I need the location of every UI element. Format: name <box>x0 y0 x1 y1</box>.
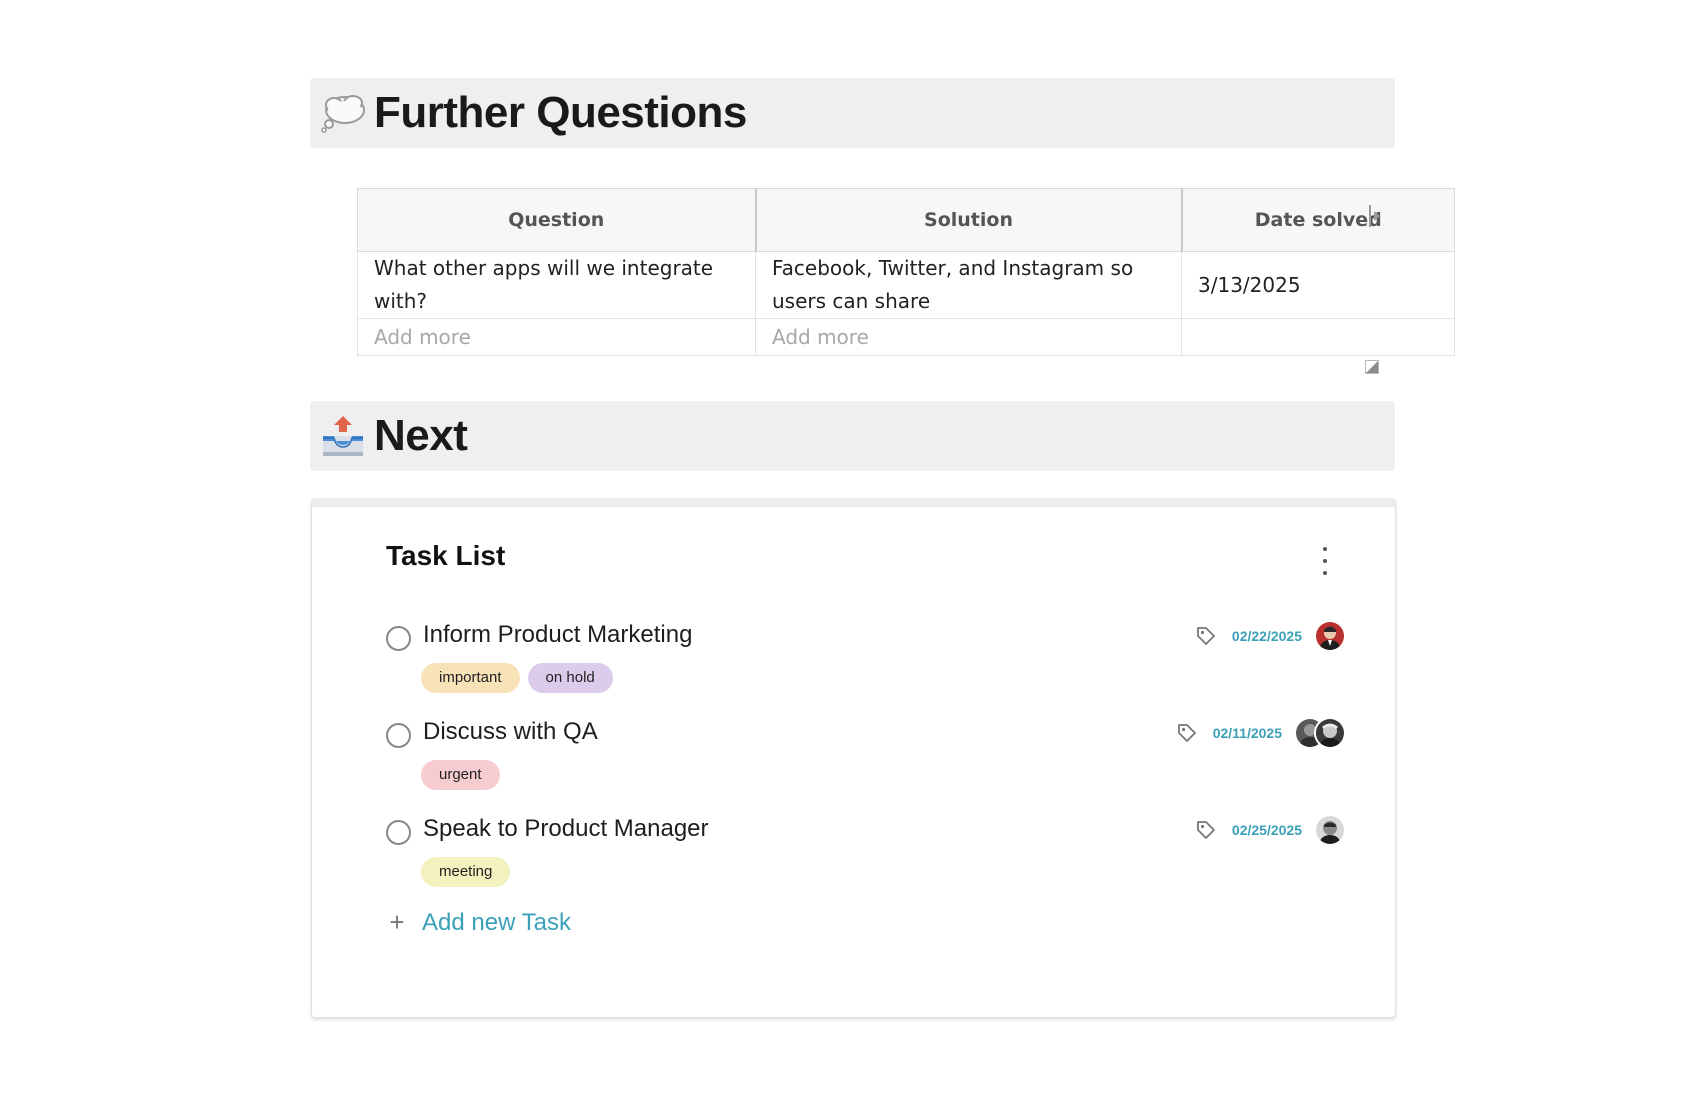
task-meta: 02/11/2025 <box>1175 715 1346 751</box>
task-name[interactable]: Inform Product Marketing <box>423 621 692 649</box>
table-cell-solution[interactable]: Facebook, Twitter, and Instagram so user… <box>755 251 1182 319</box>
table-row-add-more: Add more Add more <box>357 318 1455 356</box>
tag-on-hold[interactable]: on hold <box>527 663 613 693</box>
table-resize-icon[interactable] <box>1360 355 1384 379</box>
questions-table: Question Solution Date solved What other… <box>357 188 1455 356</box>
kebab-menu-icon[interactable] <box>1315 547 1335 575</box>
assignees <box>1314 814 1346 846</box>
task-list-title: Task List <box>386 540 506 571</box>
add-more-date-cell[interactable] <box>1181 318 1455 356</box>
tag-icon[interactable] <box>1175 721 1199 745</box>
add-column-handle-icon[interactable] <box>1368 205 1382 227</box>
table-cell-question[interactable]: What other apps will we integrate with? <box>357 251 756 319</box>
further-questions-header: Further Questions <box>310 78 1395 148</box>
tag-meeting[interactable]: meeting <box>421 857 511 887</box>
tag-important[interactable]: important <box>421 663 520 693</box>
section-title: Next <box>374 411 468 460</box>
table-header-row: Question Solution Date solved <box>357 188 1455 252</box>
task-checkbox[interactable] <box>386 723 411 748</box>
due-date[interactable]: 02/25/2025 <box>1232 822 1302 838</box>
task-name[interactable]: Speak to Product Manager <box>423 815 709 843</box>
page: Further Questions Question Solution Date… <box>0 0 1700 1100</box>
thought-bubble-icon <box>318 88 368 138</box>
task-tags: meeting <box>421 857 511 887</box>
tag-urgent[interactable]: urgent <box>421 760 500 790</box>
due-date[interactable]: 02/11/2025 <box>1213 725 1282 741</box>
assignees <box>1294 717 1346 749</box>
assignees <box>1314 620 1346 652</box>
add-more-solution-cell[interactable]: Add more <box>755 318 1182 356</box>
due-date[interactable]: 02/22/2025 <box>1232 628 1302 644</box>
column-header-date-solved[interactable]: Date solved <box>1181 188 1455 252</box>
task-tags: urgent <box>421 760 500 790</box>
column-header-question[interactable]: Question <box>357 188 757 252</box>
table-cell-date-solved[interactable]: 3/13/2025 <box>1181 251 1455 319</box>
next-header: Next <box>310 401 1395 471</box>
task-item: Speak to Product Manager meeting 02/25/2… <box>386 812 1346 912</box>
avatar[interactable] <box>1314 814 1346 846</box>
questions-table-wrapper: Question Solution Date solved What other… <box>357 188 1455 356</box>
task-name[interactable]: Discuss with QA <box>423 718 598 746</box>
task-item: Discuss with QA urgent 02/11/2025 <box>386 715 1346 815</box>
avatar[interactable] <box>1314 620 1346 652</box>
task-checkbox[interactable] <box>386 820 411 845</box>
add-more-question-cell[interactable]: Add more <box>357 318 756 356</box>
table-row: What other apps will we integrate with? … <box>357 251 1455 319</box>
outbox-tray-icon <box>318 411 368 461</box>
add-new-task-button[interactable]: + Add new Task <box>386 907 571 938</box>
avatar[interactable] <box>1314 717 1346 749</box>
task-meta: 02/25/2025 <box>1194 812 1346 848</box>
tag-icon[interactable] <box>1194 624 1218 648</box>
task-meta: 02/22/2025 <box>1194 618 1346 654</box>
tag-icon[interactable] <box>1194 818 1218 842</box>
task-checkbox[interactable] <box>386 626 411 651</box>
plus-icon: + <box>389 907 405 937</box>
task-list-card: Task List Inform Product Marketing impor… <box>311 498 1396 1018</box>
task-item: Inform Product Marketing important on ho… <box>386 618 1346 718</box>
task-tags: important on hold <box>421 663 613 693</box>
column-header-solution[interactable]: Solution <box>755 188 1183 252</box>
section-title: Further Questions <box>374 88 747 137</box>
add-new-task-label: Add new Task <box>422 908 571 936</box>
